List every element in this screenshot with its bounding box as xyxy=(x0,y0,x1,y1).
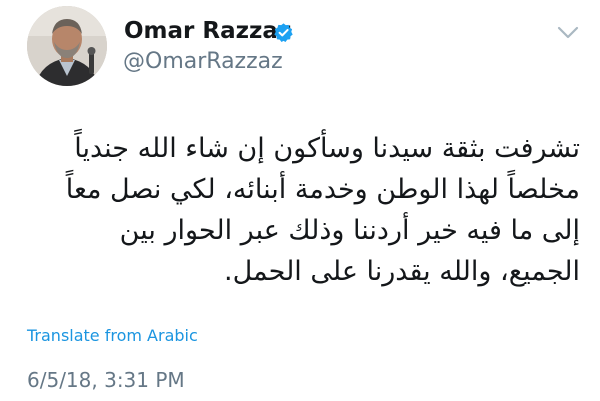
chevron-down-icon[interactable] xyxy=(557,26,579,40)
tweet-text: تشرفت بثقة سيدنا وسأكون إن شاء الله جندي… xyxy=(24,128,580,292)
user-handle[interactable]: @OmarRazzaz xyxy=(123,48,283,76)
translate-link[interactable]: Translate from Arabic xyxy=(27,325,198,347)
timestamp[interactable]: 6/5/18, 3:31 PM xyxy=(27,367,185,393)
profile-photo xyxy=(27,6,107,86)
tweet-text-line: مخلصاً لهذا الوطن وخدمة أبنائه، لكي نصل … xyxy=(65,174,580,205)
tweet-text-line: تشرفت بثقة سيدنا وسأكون إن شاء الله جندي… xyxy=(74,133,580,164)
display-name[interactable]: Omar Razzaz xyxy=(124,17,291,45)
verified-badge-icon xyxy=(274,23,293,42)
tweet-card: Omar Razzaz @OmarRazzaz تشرفت بثقة سيدنا… xyxy=(0,0,600,401)
avatar[interactable] xyxy=(27,6,107,86)
tweet-text-line: إلى ما فيه خير أردننا وذلك عبر الحوار بي… xyxy=(119,215,580,246)
tweet-text-line: الجميع، والله يقدرنا على الحمل. xyxy=(224,256,580,287)
